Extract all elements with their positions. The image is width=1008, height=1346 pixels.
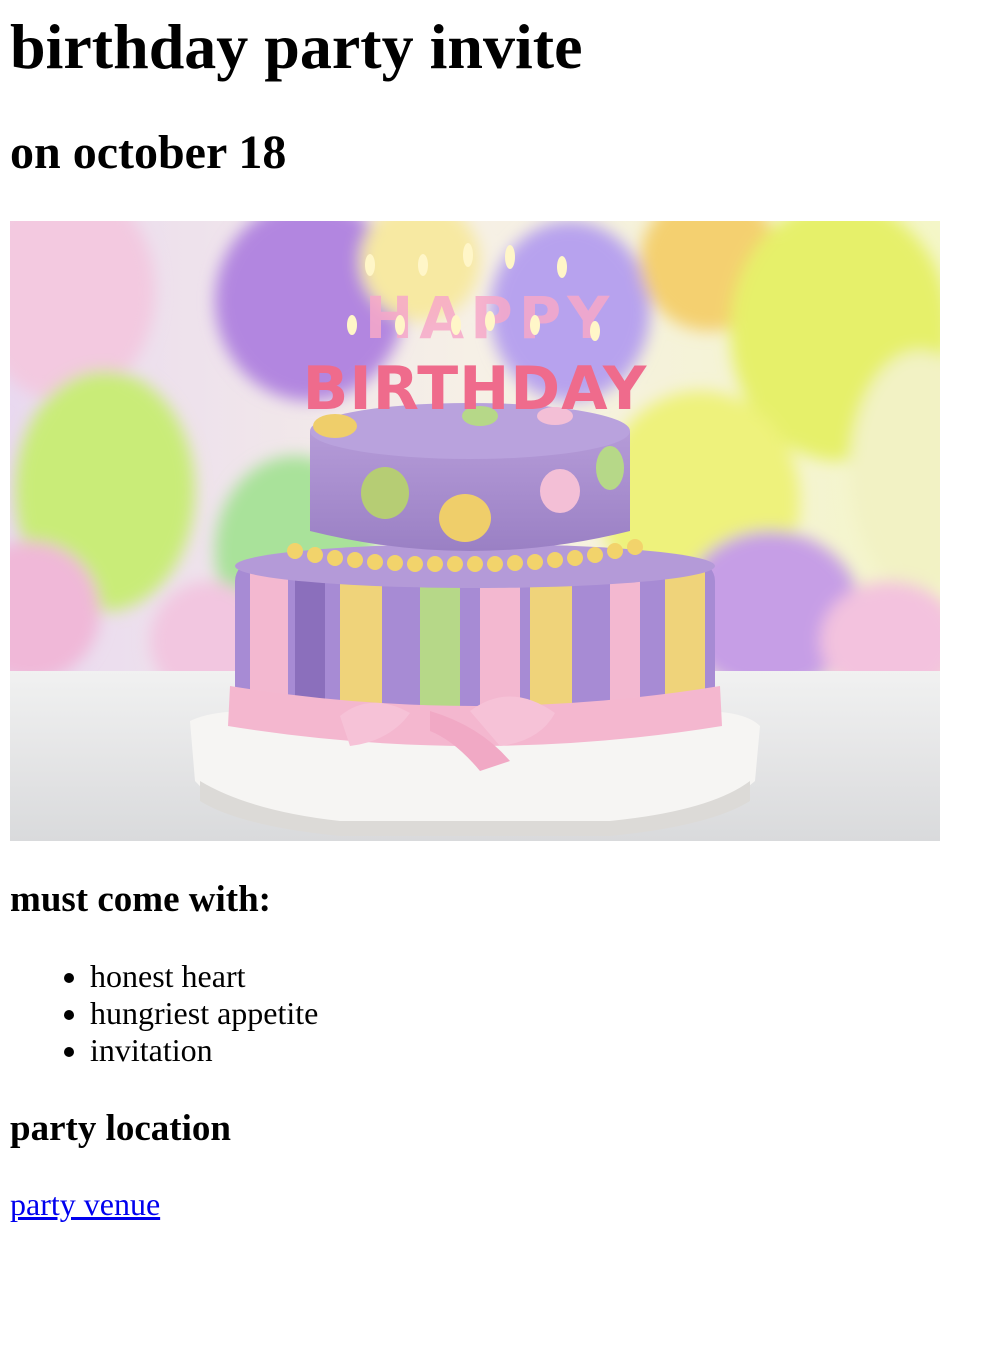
bring-heading: must come with: (10, 879, 272, 920)
list-item: hungriest appetite (10, 995, 318, 1032)
candles-birthday: BIRTHDAY (303, 354, 648, 424)
location-heading: party location (10, 1108, 231, 1149)
list-item-label: honest heart (90, 958, 246, 994)
list-item: invitation (10, 1032, 318, 1069)
bullet-icon (64, 973, 74, 983)
page-title: birthday party invite (10, 11, 583, 82)
party-date: on october 18 (10, 126, 287, 179)
bullet-icon (64, 1010, 74, 1020)
list-item-label: invitation (90, 1032, 213, 1068)
list-item: honest heart (10, 958, 318, 995)
bring-list: honest heart hungriest appetite invitati… (10, 958, 318, 1069)
list-item-label: hungriest appetite (90, 995, 319, 1031)
bullet-icon (64, 1047, 74, 1057)
party-venue-link[interactable]: party venue (10, 1186, 160, 1223)
birthday-cake-image: HAPPY BIRTHDAY (10, 221, 940, 841)
